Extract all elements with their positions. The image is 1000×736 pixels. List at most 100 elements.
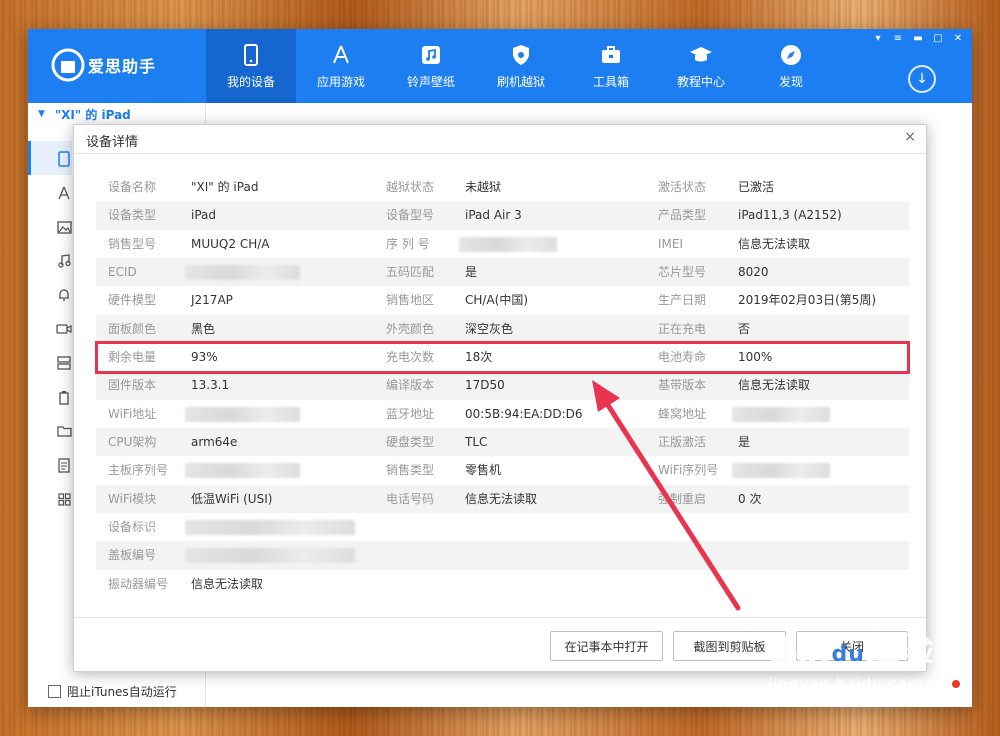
logo-text: 爱思助手	[88, 57, 157, 76]
info-value[interactable]: 黑色	[191, 315, 215, 343]
minimize-icon[interactable]: ▬	[910, 31, 926, 45]
music-icon[interactable]	[54, 251, 74, 271]
info-value[interactable]: 是	[465, 258, 477, 286]
info-value[interactable]: 信息无法读取	[738, 371, 810, 399]
device-name: "XI" 的 iPad	[54, 107, 131, 122]
info-label: 设备标识	[108, 520, 157, 535]
dialog-footer-divider	[74, 617, 926, 618]
info-row: 设备标识	[96, 513, 909, 541]
image-icon[interactable]	[54, 217, 74, 237]
nav-flash-jailbreak[interactable]: 刷机越狱	[476, 29, 566, 103]
watermark-logo: Baidu经验	[768, 630, 935, 670]
info-value[interactable]: CH/A(中国)	[465, 286, 528, 314]
info-value[interactable]: arm64e	[191, 428, 237, 456]
bell-icon[interactable]	[54, 285, 74, 305]
info-value[interactable]: 低温WiFi (USI)	[191, 485, 272, 513]
folder-icon[interactable]	[54, 421, 74, 441]
info-value[interactable]: iPad11,3 (A2152)	[738, 201, 842, 229]
info-value[interactable]: iPad Air 3	[465, 201, 522, 229]
info-value[interactable]: 0 次	[738, 485, 761, 513]
info-row: 设备名称 "XI" 的 iPad 越狱状态 未越狱 激活状态 已激活	[96, 173, 909, 201]
info-row: ECID 五码匹配 是 芯片型号 8020	[96, 258, 909, 287]
info-value[interactable]: iPad	[191, 201, 216, 229]
battery-icon[interactable]	[54, 387, 74, 407]
phone-icon[interactable]	[54, 149, 74, 169]
nav-label: 刷机越狱	[496, 74, 545, 89]
info-label: 序 列 号	[386, 236, 430, 251]
info-value[interactable]: 零售机	[465, 456, 501, 484]
block-itunes-checkbox[interactable]: 阻止iTunes自动运行	[48, 683, 177, 700]
info-value[interactable]: 深空灰色	[465, 315, 513, 343]
info-label: 面板颜色	[108, 321, 157, 336]
logo-icon	[51, 48, 85, 82]
document-icon[interactable]	[54, 455, 74, 475]
app-logo: 爱思助手	[50, 43, 200, 87]
info-label: 振动器编号	[108, 576, 169, 591]
nav-label: 发现	[778, 74, 803, 89]
info-value[interactable]: 2019年02月03日(第5周)	[738, 286, 876, 314]
info-value[interactable]: J217AP	[191, 286, 233, 314]
video-icon[interactable]	[54, 319, 74, 339]
info-label: 设备型号	[386, 208, 435, 223]
dialog-title-divider	[74, 153, 926, 154]
nav-discover[interactable]: 发现	[746, 29, 836, 103]
shirt-icon[interactable]: ▾	[870, 31, 886, 45]
info-value[interactable]: 信息无法读取	[191, 570, 263, 598]
device-header[interactable]: ▼ "XI" 的 iPad	[28, 103, 205, 125]
nav-ringtones-wallpapers[interactable]: 铃声壁纸	[386, 29, 476, 103]
info-label: 销售类型	[386, 463, 435, 478]
info-value[interactable]: 00:5B:94:EA:DD:D6	[465, 400, 583, 428]
info-value[interactable]: 13.3.1	[191, 371, 229, 399]
info-label: 销售地区	[386, 293, 435, 308]
redacted-value	[185, 406, 300, 422]
info-label: 激活状态	[658, 180, 707, 194]
maximize-icon[interactable]: □	[930, 31, 946, 45]
info-label: 五码匹配	[386, 265, 435, 280]
info-value[interactable]: 信息无法读取	[465, 485, 537, 513]
open-in-notepad-button[interactable]: 在记事本中打开	[550, 631, 663, 661]
info-label: IMEI	[658, 236, 684, 251]
nav-toolbox[interactable]: 工具箱	[566, 29, 656, 103]
database-icon[interactable]	[54, 353, 74, 373]
info-label: 设备类型	[108, 208, 157, 223]
info-value[interactable]: 已激活	[738, 173, 774, 201]
info-label: 电话号码	[386, 491, 435, 506]
info-value[interactable]: 是	[738, 428, 750, 456]
nav-apps-games[interactable]: 应用游戏	[296, 29, 386, 103]
nav-tutorial-center[interactable]: 教程中心	[656, 29, 746, 103]
info-label: 正版激活	[658, 435, 707, 450]
redacted-value	[185, 265, 300, 281]
info-row: 主板序列号 销售类型 零售机 WiFi序列号	[96, 456, 909, 484]
info-label: 编译版本	[386, 378, 435, 393]
close-icon[interactable]: ✕	[950, 31, 966, 45]
redacted-value	[459, 236, 557, 252]
corner-dot	[952, 680, 960, 688]
info-value[interactable]: 17D50	[465, 371, 505, 399]
info-value[interactable]: TLC	[465, 428, 487, 456]
download-icon[interactable]: ↓	[908, 65, 936, 93]
nav-label: 铃声壁纸	[406, 74, 455, 89]
shield-icon	[513, 44, 529, 65]
dialog-close-icon[interactable]: ×	[904, 129, 916, 145]
checkbox-box[interactable]	[48, 685, 61, 698]
dialog-title: 设备详情	[86, 135, 139, 150]
battery-highlight-box	[95, 341, 910, 374]
chevron-down-icon: ▼	[38, 109, 45, 119]
info-value[interactable]: 未越狱	[465, 173, 501, 201]
info-value[interactable]: 否	[738, 315, 750, 343]
app-store-icon[interactable]	[54, 183, 74, 203]
info-label: 蓝牙地址	[386, 406, 435, 421]
redacted-value	[185, 548, 355, 564]
info-row: 固件版本 13.3.1 编译版本 17D50 基带版本 信息无法读取	[96, 371, 909, 400]
info-label: WiFi模块	[108, 491, 157, 506]
info-value[interactable]: "XI" 的 iPad	[191, 173, 258, 201]
info-value[interactable]: 8020	[738, 258, 769, 286]
info-label: 芯片型号	[658, 265, 707, 280]
info-value[interactable]: MUUQ2 CH/A	[191, 230, 269, 258]
menu-icon[interactable]: ≡	[890, 31, 906, 45]
nav-my-device[interactable]: 我的设备	[206, 29, 296, 103]
info-label: 硬盘类型	[386, 435, 435, 450]
grid-icon[interactable]	[54, 489, 74, 509]
checkbox-label: 阻止iTunes自动运行	[67, 685, 177, 699]
info-value[interactable]: 信息无法读取	[738, 230, 810, 258]
